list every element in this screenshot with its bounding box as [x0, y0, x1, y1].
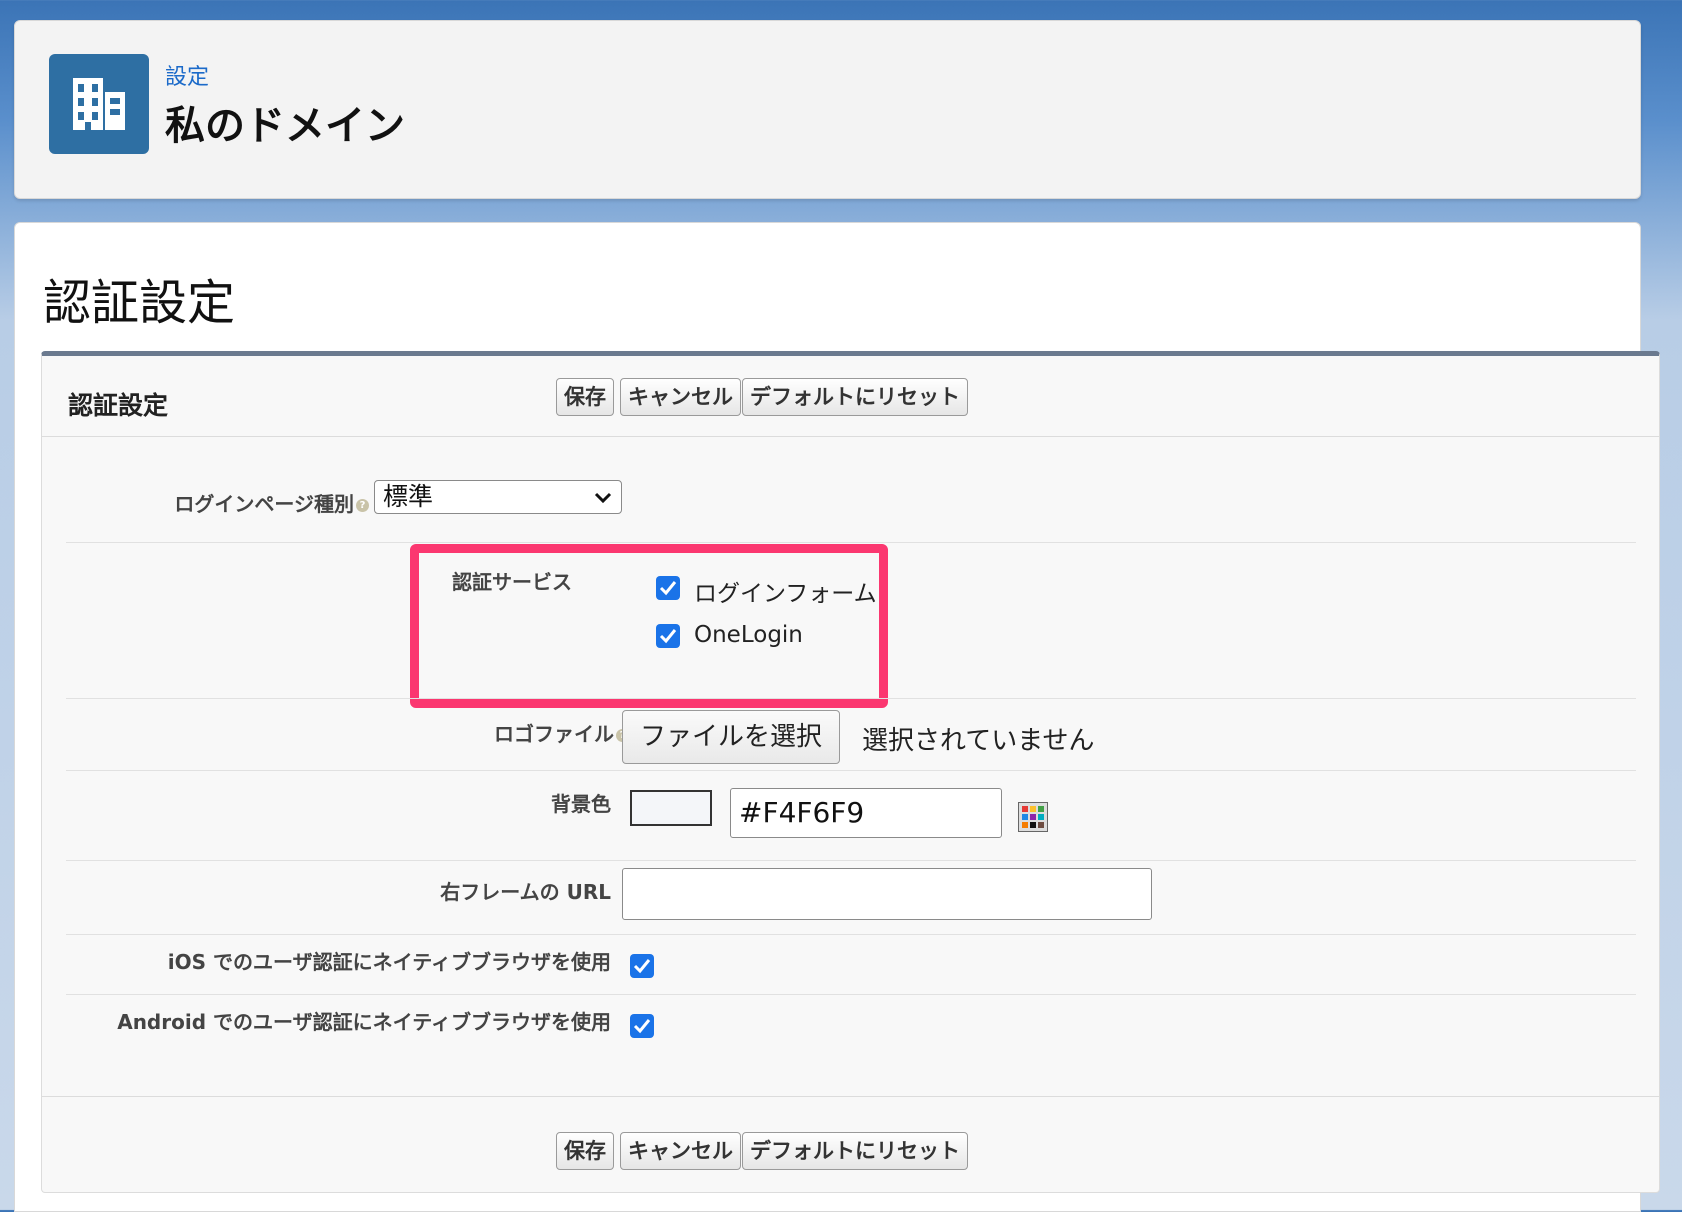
color-swatch[interactable] [630, 790, 712, 826]
row-divider [66, 770, 1636, 771]
login-form-label: ログインフォーム [694, 581, 877, 607]
save-button-bottom[interactable]: 保存 [556, 1132, 614, 1170]
checkmark-icon [659, 581, 677, 596]
auth-services-label: 認証サービス [452, 570, 572, 594]
ios-native-browser-checkbox[interactable] [630, 954, 654, 978]
header-card: 設定 私のドメイン [14, 20, 1641, 199]
row-divider [66, 698, 1636, 699]
file-status-text: 選択されていません [862, 726, 1095, 756]
panel-footer-divider [42, 1096, 1659, 1097]
ios-native-browser-label: iOS でのユーザ認証にネイティブブラウザを使用 [167, 950, 611, 974]
android-native-browser-label: Android でのユーザ認証にネイティブブラウザを使用 [117, 1010, 611, 1034]
reset-default-button-bottom[interactable]: デフォルトにリセット [742, 1132, 968, 1170]
row-divider [66, 860, 1636, 861]
login-page-type-value: 標準 [383, 482, 434, 511]
login-page-type-label: ログインページ種別? [174, 488, 369, 517]
auth-settings-panel: 認証設定 保存 キャンセル デフォルトにリセット ログインページ種別? 標準 認… [41, 351, 1660, 1193]
main-card: 認証設定 認証設定 保存 キャンセル デフォルトにリセット ログインページ種別?… [14, 222, 1660, 1212]
row-divider [66, 934, 1636, 935]
right-frame-url-label: 右フレームの URL [440, 880, 611, 904]
checkmark-icon [659, 629, 677, 644]
cancel-button-bottom[interactable]: キャンセル [620, 1132, 741, 1170]
building-icon [49, 54, 149, 154]
onelogin-checkbox[interactable] [656, 624, 680, 648]
section-title: 認証設定 [43, 275, 236, 331]
page-title: 私のドメイン [165, 103, 405, 149]
row-divider [66, 994, 1636, 995]
help-icon[interactable]: ? [356, 499, 369, 512]
checkmark-icon [633, 959, 651, 974]
background-color-label: 背景色 [551, 792, 611, 816]
panel-title: 認証設定 [68, 391, 169, 420]
reset-default-button-top[interactable]: デフォルトにリセット [742, 378, 968, 416]
background-color-input[interactable]: #F4F6F9 [730, 788, 1002, 838]
save-button-top[interactable]: 保存 [556, 378, 614, 416]
android-native-browser-checkbox[interactable] [630, 1014, 654, 1038]
onelogin-label: OneLogin [694, 622, 803, 648]
right-frame-url-input[interactable] [622, 868, 1152, 920]
checkmark-icon [633, 1019, 651, 1034]
breadcrumb[interactable]: 設定 [165, 59, 209, 91]
login-page-type-select[interactable]: 標準 [374, 480, 622, 514]
color-palette-icon[interactable] [1018, 802, 1048, 836]
cancel-button-top[interactable]: キャンセル [620, 378, 741, 416]
choose-file-button[interactable]: ファイルを選択 [622, 710, 840, 764]
chevron-down-icon [594, 492, 612, 504]
logo-file-label: ロゴファイル? [494, 718, 629, 747]
row-divider [66, 542, 1636, 543]
panel-header-divider [42, 436, 1659, 437]
login-form-checkbox[interactable] [656, 576, 680, 600]
